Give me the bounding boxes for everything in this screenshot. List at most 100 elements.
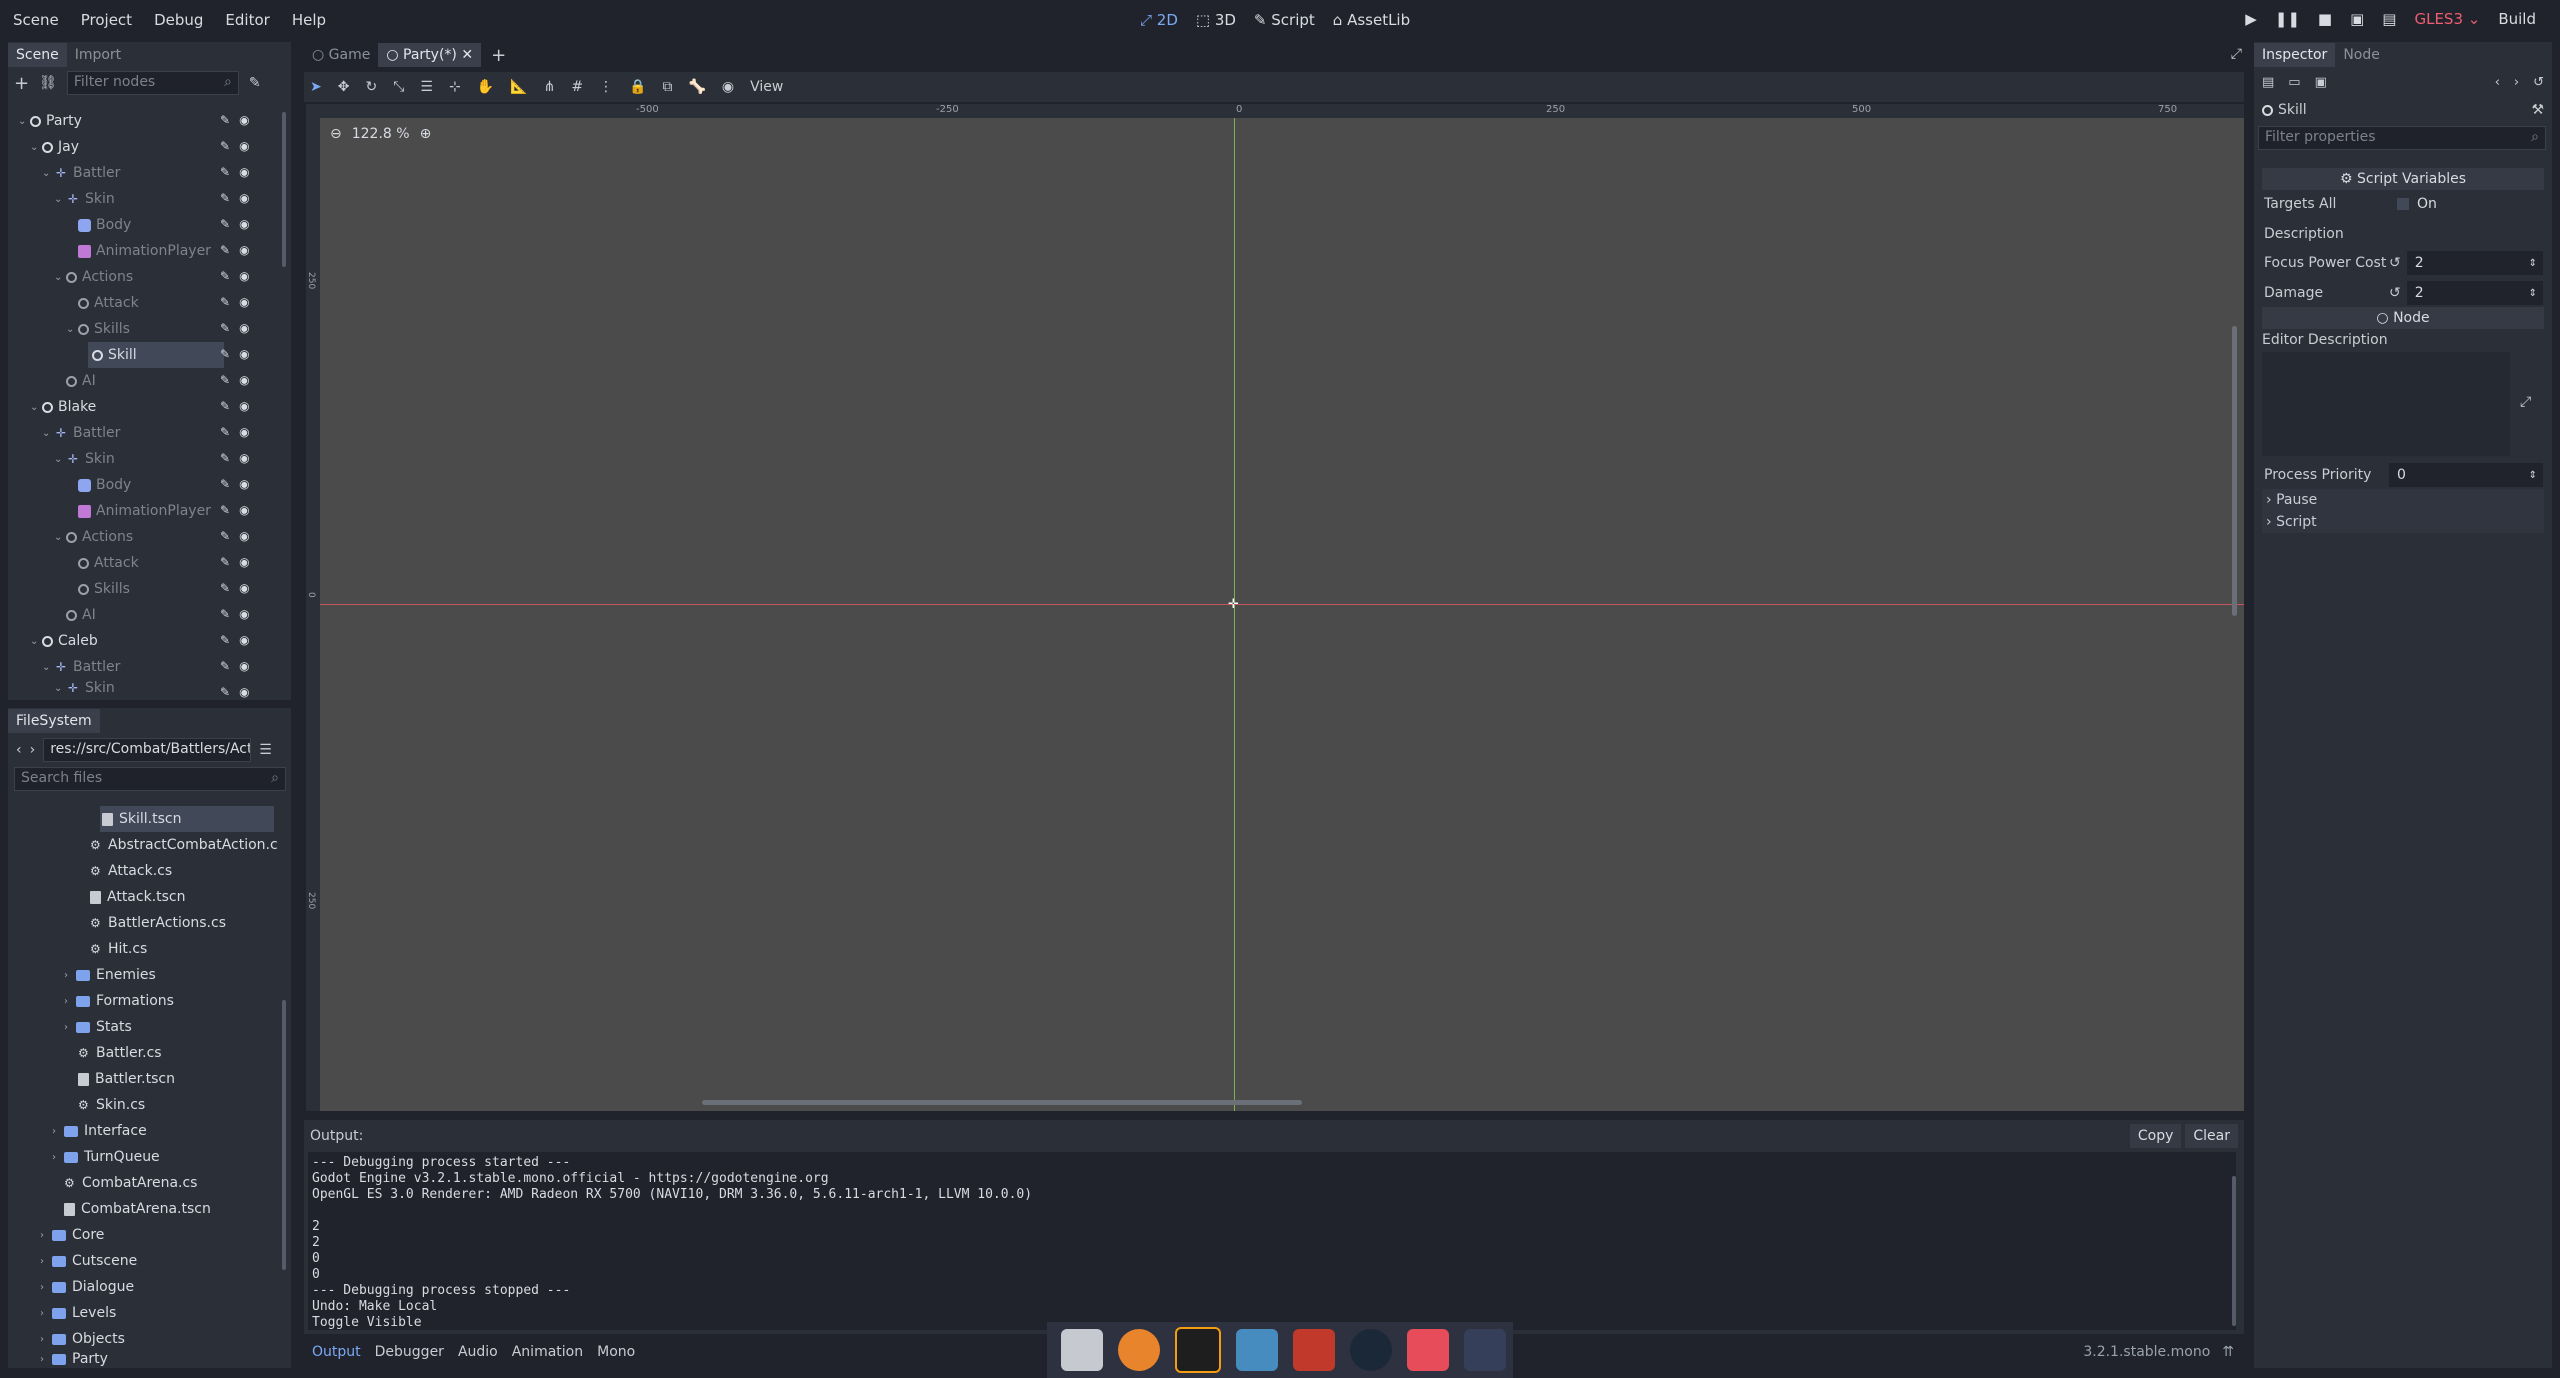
output-log[interactable]: --- Debugging process started --- Godot E… [308, 1152, 2236, 1330]
script-icon[interactable]: ✎ [220, 269, 230, 283]
fs-folder[interactable]: › TurnQueue [52, 1144, 160, 1170]
tree-node-attack[interactable]: Attack [78, 290, 139, 316]
camera-icon[interactable]: ◉ [722, 79, 734, 95]
fs-item[interactable]: CombatArena.tscn [64, 1196, 211, 1222]
visibility-icon[interactable]: ◉ [239, 503, 249, 517]
pivot-icon[interactable]: ⊹ [449, 79, 461, 95]
scene-tab-game[interactable]: ○ Game [304, 43, 378, 67]
toggle-split-icon[interactable]: ☰ [259, 742, 272, 758]
move-mode-icon[interactable]: ✥ [338, 79, 350, 95]
script-icon[interactable]: ✎ [220, 503, 230, 517]
bottom-tab-animation[interactable]: Animation [512, 1344, 583, 1360]
prop-description[interactable]: Description [2260, 220, 2543, 248]
scale-mode-icon[interactable]: ⤡ [393, 79, 404, 95]
tree-node-battler[interactable]: ⌄ ✛ Battler [42, 420, 120, 446]
files-app-icon[interactable] [1061, 1329, 1103, 1371]
visibility-icon[interactable]: ◉ [239, 113, 249, 127]
script-icon[interactable]: ✎ [220, 529, 230, 543]
visibility-icon[interactable]: ◉ [239, 451, 249, 465]
visibility-icon[interactable]: ◉ [239, 373, 249, 387]
rotate-mode-icon[interactable]: ↻ [365, 79, 377, 95]
tree-node-battler[interactable]: ⌄ ✛ Battler [42, 160, 120, 186]
visibility-icon[interactable]: ◉ [239, 555, 249, 569]
tree-node-blake[interactable]: ⌄ Blake [30, 394, 96, 420]
focus-power-cost-spinbox[interactable]: 2 ⇕ [2406, 251, 2543, 275]
fs-folder[interactable]: › Levels [40, 1300, 116, 1326]
filesystem-scrollbar[interactable] [282, 1000, 286, 1270]
smart-snap-icon[interactable]: ⋔ [544, 79, 556, 95]
tree-node-battler[interactable]: ⌄ ✛ Battler [42, 654, 120, 680]
revert-icon[interactable]: ↺ [2389, 285, 2401, 301]
tab-node[interactable]: Node [2335, 43, 2388, 67]
fs-folder[interactable]: › Party [40, 1352, 108, 1366]
view-menu[interactable]: View [750, 79, 783, 95]
copy-button[interactable]: Copy [2129, 1124, 2182, 1148]
script-icon[interactable]: ✎ [220, 217, 230, 231]
v-scrollbar[interactable] [2232, 326, 2237, 616]
group-script[interactable]: › Script [2262, 511, 2544, 533]
visibility-icon[interactable]: ◉ [239, 243, 249, 257]
visibility-icon[interactable]: ◉ [239, 295, 249, 309]
2d-viewport[interactable]: ✛ ⊖ 122.8 % ⊕ [306, 106, 2244, 1111]
fs-item[interactable]: ⚙ Battler.cs [78, 1040, 162, 1066]
output-scrollbar[interactable] [2232, 1176, 2236, 1326]
tree-node-attack[interactable]: Attack [78, 550, 139, 576]
tree-node-jay[interactable]: ⌄ Jay [30, 134, 79, 160]
menu-debug[interactable]: Debug [143, 11, 214, 29]
visibility-icon[interactable]: ◉ [239, 607, 249, 621]
group-icon[interactable]: ⧉ [662, 79, 672, 95]
editor-app-icon[interactable] [1175, 1327, 1221, 1373]
script-icon[interactable]: ✎ [220, 451, 230, 465]
attach-script-icon[interactable]: ✎ [249, 75, 261, 91]
fs-folder[interactable]: › Dialogue [40, 1274, 134, 1300]
skeleton-icon[interactable]: 🦴 [688, 79, 705, 95]
zoom-in-icon[interactable]: ⊕ [420, 126, 432, 142]
visibility-icon[interactable]: ◉ [239, 425, 249, 439]
visibility-icon[interactable]: ◉ [239, 633, 249, 647]
workspace-script[interactable]: ✎ Script [1254, 11, 1315, 29]
fs-item[interactable]: ⚙ Hit.cs [90, 936, 147, 962]
pin-icon[interactable]: ⇈ [2222, 1344, 2234, 1360]
script-icon[interactable]: ✎ [220, 399, 230, 413]
script-icon[interactable]: ✎ [220, 581, 230, 595]
play-icon[interactable]: ▶ [2245, 10, 2257, 28]
tab-import[interactable]: Import [67, 43, 129, 67]
clear-button[interactable]: Clear [2185, 1124, 2238, 1148]
snap-options-icon[interactable]: ⋮ [599, 79, 613, 95]
tree-node-skin[interactable]: ⌄ ✛ Skin [54, 446, 115, 472]
fs-item[interactable]: ⚙ BattlerActions.cs [90, 910, 226, 936]
tree-node-body[interactable]: Body [78, 212, 131, 238]
search-files-input[interactable]: Search files ⌕ [14, 767, 286, 791]
visibility-icon[interactable]: ◉ [239, 347, 249, 361]
bottom-tab-mono[interactable]: Mono [597, 1344, 635, 1360]
script-variables-section[interactable]: ⚙ Script Variables [2262, 168, 2544, 190]
tree-node-skin[interactable]: ⌄ ✛ Skin [54, 186, 115, 212]
fs-item-skill-tscn[interactable]: Skill.tscn [100, 806, 274, 832]
tree-node-skills[interactable]: ⌄ Skills [66, 316, 130, 342]
bottom-tab-audio[interactable]: Audio [458, 1344, 498, 1360]
tree-node-skill-selected[interactable]: Skill [88, 342, 224, 368]
fs-folder[interactable]: › Interface [52, 1118, 147, 1144]
tree-node-party[interactable]: ⌄ Party [18, 108, 82, 134]
forward-icon[interactable]: › [30, 742, 36, 758]
godot-icon[interactable] [1236, 1329, 1278, 1371]
pan-mode-icon[interactable]: ✋ [477, 79, 494, 95]
game-app-icon[interactable] [1407, 1329, 1449, 1371]
targets-all-checkbox[interactable]: On [2389, 192, 2543, 216]
tree-node-actions[interactable]: ⌄ Actions [54, 264, 133, 290]
tree-node-skin[interactable]: ⌄ ✛ Skin [54, 680, 115, 696]
scene-tab-party[interactable]: ○ Party(*) ✕ [378, 43, 482, 67]
new-resource-icon[interactable]: ▤ [2262, 75, 2274, 90]
visibility-icon[interactable]: ◉ [239, 659, 249, 673]
fs-item[interactable]: ⚙ CombatArena.cs [64, 1170, 197, 1196]
steam-icon[interactable] [1350, 1329, 1392, 1371]
save-icon[interactable]: ▣ [2315, 75, 2327, 90]
bottom-tab-output[interactable]: Output [312, 1344, 361, 1360]
add-node-icon[interactable]: + [14, 73, 29, 94]
fs-item[interactable]: ⚙ Skin.cs [78, 1092, 145, 1118]
distraction-free-icon[interactable]: ⤢ [2231, 46, 2242, 62]
back-icon[interactable]: ‹ [16, 742, 22, 758]
fs-folder[interactable]: › Stats [64, 1014, 132, 1040]
fs-folder[interactable]: › Enemies [64, 962, 156, 988]
lock-icon[interactable]: 🔒 [629, 79, 646, 95]
